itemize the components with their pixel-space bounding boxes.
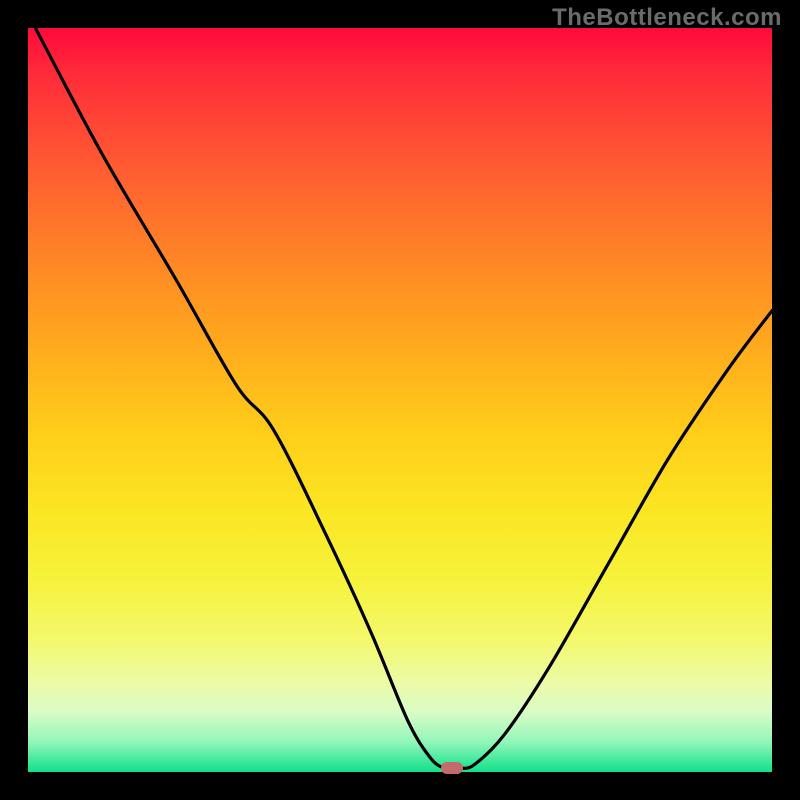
plot-area <box>28 28 772 772</box>
bottleneck-curve <box>28 28 772 772</box>
chart-frame: TheBottleneck.com <box>0 0 800 800</box>
watermark-text: TheBottleneck.com <box>552 4 782 32</box>
minimum-marker <box>441 762 463 774</box>
